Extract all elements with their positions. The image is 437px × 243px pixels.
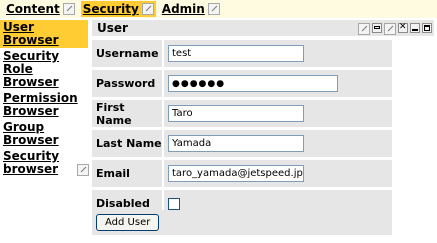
nav-item-group-browser[interactable]: Group Browser	[0, 120, 66, 148]
email-label: Email	[92, 160, 162, 187]
print-icon[interactable]	[372, 23, 382, 33]
left-navigation: User Browser Security Role Browser Permi…	[0, 20, 89, 177]
last-name-row: Last Name Yamada	[92, 130, 392, 157]
top-tab-bar: Content Security Admin	[0, 0, 437, 18]
first-name-row: First Name Taro	[92, 100, 392, 127]
user-portlet: User Username test Password ●●●●●● First…	[92, 20, 434, 236]
close-icon[interactable]	[398, 22, 408, 33]
form-actions: Add User	[92, 210, 392, 235]
minimize-icon[interactable]	[410, 23, 420, 33]
password-input[interactable]: ●●●●●●	[168, 75, 338, 92]
username-label: Username	[92, 40, 162, 67]
edit-icon[interactable]	[62, 3, 75, 15]
nav-item-security-browser[interactable]: Security browser	[0, 149, 66, 177]
add-user-button[interactable]: Add User	[96, 214, 160, 231]
edit-icon[interactable]	[77, 164, 89, 176]
nav-item-security-role-browser[interactable]: Security Role Browser	[0, 49, 66, 90]
portlet-header: User	[92, 20, 434, 36]
first-name-label: First Name	[92, 100, 162, 127]
last-name-label: Last Name	[92, 130, 162, 157]
portlet-controls	[358, 22, 432, 35]
password-label: Password	[92, 70, 162, 97]
edit-icon[interactable]	[141, 3, 154, 15]
tab-security-label[interactable]: Security	[83, 2, 139, 16]
tab-content[interactable]: Content	[4, 1, 77, 17]
edit-icon[interactable]	[207, 3, 220, 15]
user-form: Username test Password ●●●●●● First Name…	[92, 40, 392, 220]
email-input[interactable]: taro_yamada@jetspeed.jp	[168, 165, 304, 182]
username-input[interactable]: test	[168, 45, 304, 62]
tab-admin[interactable]: Admin	[160, 1, 222, 17]
username-row: Username test	[92, 40, 392, 67]
nav-item-permission-browser[interactable]: Permission Browser	[0, 91, 78, 119]
edit-icon[interactable]	[358, 23, 370, 35]
password-row: Password ●●●●●●	[92, 70, 392, 97]
disabled-checkbox[interactable]	[168, 197, 180, 210]
first-name-input[interactable]: Taro	[168, 105, 304, 122]
last-name-input[interactable]: Yamada	[168, 135, 304, 152]
portlet-title: User	[97, 21, 128, 35]
tab-admin-label[interactable]: Admin	[162, 2, 205, 16]
tab-security[interactable]: Security	[80, 1, 156, 17]
tab-content-label[interactable]: Content	[6, 2, 60, 16]
nav-item-user-browser[interactable]: User Browser	[0, 20, 88, 48]
email-row: Email taro_yamada@jetspeed.jp	[92, 160, 392, 187]
maximize-icon[interactable]	[422, 23, 432, 33]
help-icon[interactable]	[384, 23, 396, 35]
